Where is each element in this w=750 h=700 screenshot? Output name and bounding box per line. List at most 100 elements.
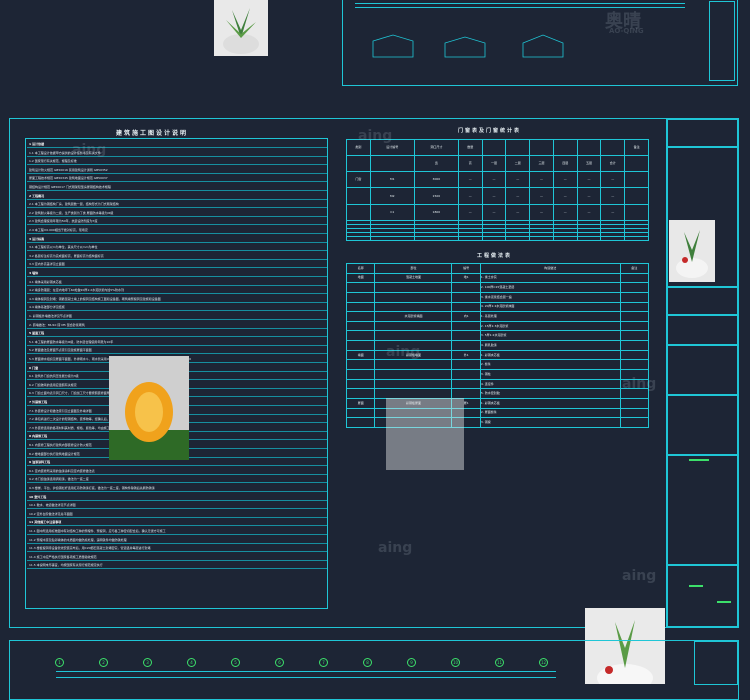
table-cell — [576, 138, 602, 157]
note-line: 11.3 楼板留洞待设备管线安装完毕后，用C20细石混凝土封堵密实，管道竖井每层… — [29, 546, 151, 551]
table-cell — [552, 138, 578, 157]
table-cell — [619, 272, 650, 284]
section-details — [372, 34, 564, 58]
table-cell: 数量 — [457, 138, 483, 157]
table-cell — [451, 320, 481, 332]
table-cell — [619, 359, 650, 371]
axis-bubble: 6 — [275, 658, 284, 667]
table-cell — [451, 378, 481, 390]
note-line: 5.2 屋面做法及屋面节点索引见建施屋面平面图 — [29, 348, 92, 353]
table-cell — [619, 349, 650, 361]
kiwano-fruit-icon — [109, 382, 189, 460]
table-header-cell: 部位 — [374, 263, 453, 274]
tb-row-3 — [667, 287, 738, 315]
top-elevation-line — [355, 3, 685, 4]
note-rule — [27, 542, 327, 544]
table-cell: — — [576, 187, 602, 205]
table-cell — [345, 282, 376, 293]
tb-green-mark-1 — [689, 459, 709, 461]
table-cell — [529, 138, 554, 157]
table-cell — [345, 417, 376, 428]
table-cell — [619, 291, 650, 303]
table-cell: — — [505, 203, 531, 221]
note-line: 2.4 本工程±0.000相当于绝对标高，现场定 — [29, 228, 88, 232]
section-detail-1 — [372, 34, 414, 58]
table-cell: 二层 — [505, 155, 531, 173]
table-cell: 高 — [457, 155, 483, 173]
note-line: 钢结构设计规范 GB50017 门式刚架轻型房屋钢结构技术规程 — [29, 185, 111, 189]
table-cell — [576, 235, 602, 242]
axis-bubble: 1 — [55, 658, 64, 667]
table-cell — [624, 155, 649, 173]
note-rule — [27, 250, 327, 252]
note-line: 3.2 各层标注标高为完成面标高，屋面标高为结构面标高 — [29, 253, 104, 258]
note-line: 10 室外工程 — [29, 494, 47, 499]
table-cell — [619, 320, 650, 332]
note-rule — [27, 327, 327, 329]
table-row: 地面 混凝土地面 地1 1. 素土夯实 — [345, 272, 650, 284]
note-rule — [27, 491, 327, 492]
note-rule — [27, 172, 327, 174]
table-cell — [374, 369, 453, 380]
table-cell: 洞口尺寸 — [413, 138, 459, 157]
tb-row-5 — [667, 345, 738, 395]
note-line: 2.2 建筑耐火等级为二级，生产类别为丁类 屋面防水等级为III级 — [29, 210, 114, 215]
table-cell: 混凝土地面 — [374, 272, 453, 284]
table-cell — [345, 369, 376, 380]
table-header-cell: 构造做法 — [479, 263, 621, 274]
note-line: 4.1 墙体采用彩钢夹芯板 — [29, 279, 62, 284]
table-cell: 三层 — [529, 155, 554, 173]
axis-bubble: 7 — [319, 658, 328, 667]
note-line: 11.2 预埋木砖及贴邻墙体的木质面均做防腐处理，露明铁件均做防锈处理 — [29, 537, 127, 542]
table-cell — [345, 320, 376, 332]
title-block — [666, 118, 739, 628]
table-cell: — — [529, 171, 554, 189]
table-cell: 1. 基层处理 — [479, 311, 621, 322]
table-cell — [374, 301, 453, 313]
table-cell — [346, 187, 371, 205]
note-rule — [27, 198, 327, 200]
table-header-row: 名称 部位 编号 构造做法 备注 — [345, 263, 650, 274]
note-line: 11 其他施工中注意事项 — [29, 520, 62, 525]
door-window-table: 类别 设计编号 洞口尺寸 数量 备注宽高一层 二层 三层 四层 五层 合计 门窗 M1 3000— — — —… — [346, 138, 649, 242]
table-header-cell: 名称 — [345, 263, 376, 274]
note-line: 1.2 国家现行有关规范、规程及标准 — [29, 159, 77, 164]
table-cell: 备注 — [624, 138, 649, 157]
note-line: 11.5 本说明未尽事宜，均按国家有关现行规范规定执行 — [29, 563, 103, 568]
note-line: 1 设计依据 — [29, 142, 45, 146]
table-row: 2. 100厚C15混凝土垫层 — [345, 282, 650, 293]
table-cell — [529, 235, 554, 242]
table-cell — [619, 340, 650, 351]
table-cell: — — [552, 171, 578, 189]
note-line: 9.3 楼梯、平台、护窗钢栏杆选用红丹防锈漆打底，做法为一底二度，钢构件除锈后先… — [29, 486, 155, 490]
note-line: 3.1 本工程标高以m为单位，其余尺寸以mm为单位 — [29, 245, 98, 250]
axis-bubble: 9 — [407, 658, 416, 667]
table-cell — [624, 171, 649, 189]
axis-bubble: 11 — [495, 658, 504, 667]
note-rule — [27, 353, 327, 355]
note-line: 4.4 墙体基础部分详见结施 — [29, 305, 65, 310]
table-cell — [619, 311, 650, 322]
table-cell: 墙面 — [345, 349, 376, 361]
table-header-cell: 备注 — [619, 263, 650, 274]
table-cell: 地面 — [345, 272, 376, 284]
table-cell — [552, 235, 578, 242]
note-line: 3.3 室内外高差详见立面图 — [29, 262, 65, 267]
note-rule — [27, 190, 327, 191]
note-rule — [27, 516, 327, 518]
table-cell: — — [600, 203, 626, 221]
table-cell — [451, 369, 481, 380]
note-line: 屋面工程技术规范 GB50345 建筑地面设计规范 GB50037 — [29, 176, 108, 181]
table-cell: 屋面 — [345, 397, 376, 409]
table-cell: — — [457, 203, 483, 221]
table-cell — [345, 291, 376, 303]
note-rule — [27, 181, 327, 183]
table-cell — [346, 235, 371, 242]
table-cell: 3. 5厚1:2水泥砂浆 — [479, 330, 621, 342]
table-cell — [374, 378, 453, 390]
table-cell — [481, 138, 507, 157]
table-cell: 合计 — [600, 155, 626, 173]
top-drawing-sheet: 奥晴 AO-QING — [342, 0, 738, 86]
note-line: 4.2 墙身防潮层：在室内地坪下60处做20厚1:2水泥砂浆内加5%防水剂 — [29, 288, 124, 293]
table-cell — [345, 311, 376, 322]
